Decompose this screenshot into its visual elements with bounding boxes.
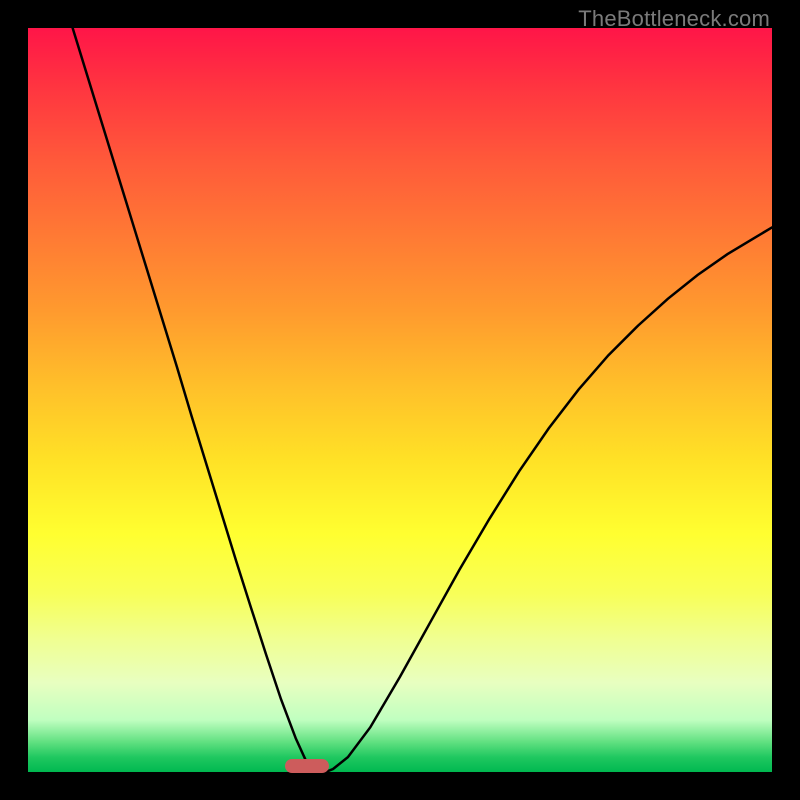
plot-gradient-area xyxy=(28,28,772,772)
watermark-text: TheBottleneck.com xyxy=(578,6,770,32)
bottleneck-marker xyxy=(285,759,329,773)
